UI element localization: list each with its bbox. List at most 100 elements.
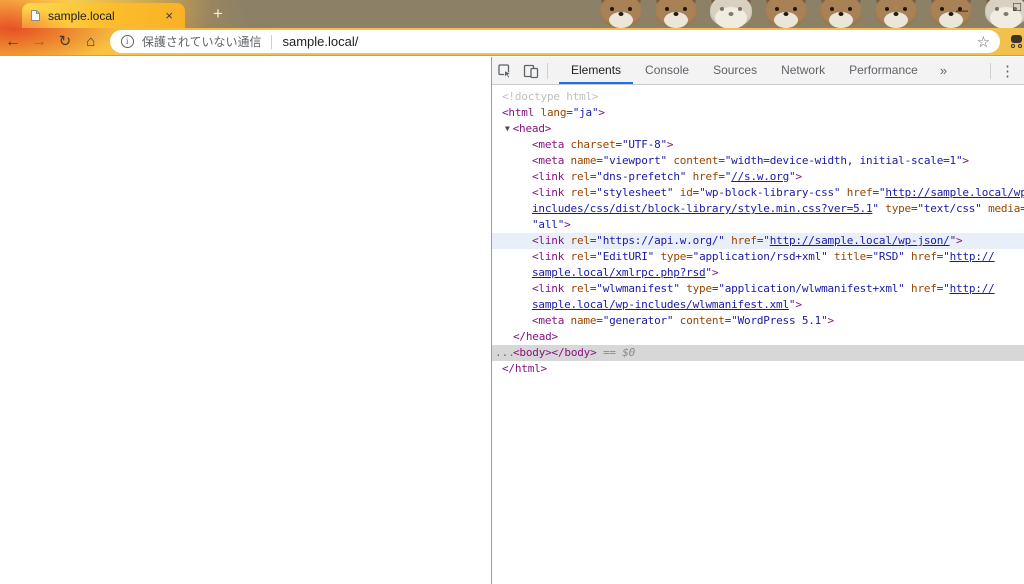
expand-ellipsis-icon[interactable]: ... (495, 345, 515, 361)
forward-button[interactable]: → (26, 29, 52, 55)
theme-dog-face (708, 0, 754, 28)
devtools-tab-network[interactable]: Network (769, 57, 837, 84)
bookmark-star-icon[interactable]: ☆ (977, 33, 990, 51)
code-token: > (712, 266, 718, 279)
code-token: > (598, 106, 604, 119)
code-token: type (680, 282, 712, 295)
code-token: > (564, 218, 570, 231)
code-token: http://sample.local/wp-json/ (770, 234, 950, 247)
code-token: </head> (513, 330, 558, 343)
code-token: rel (564, 186, 590, 199)
code-token: <head> (513, 122, 552, 135)
code-token: "RSD" (873, 250, 905, 263)
device-toolbar-icon[interactable] (518, 58, 544, 84)
code-token: > (962, 154, 968, 167)
code-token: http://sample.local/wp- (885, 186, 1024, 199)
content-area: ElementsConsoleSourcesNetworkPerformance… (0, 57, 1024, 584)
code-line[interactable]: <!doctype html> (492, 89, 1024, 105)
code-line[interactable]: ...<body></body> == $0 (492, 345, 1024, 361)
devtools-tab-performance[interactable]: Performance (837, 57, 930, 84)
code-token: <meta (532, 138, 564, 151)
tab-title: sample.local (48, 9, 161, 23)
code-token: rel (564, 234, 590, 247)
address-bar[interactable]: i 保護されていない通信 sample.local/ ☆ (110, 30, 1000, 53)
extension-icon[interactable] (1009, 34, 1024, 49)
code-token: sample.local/xmlrpc.php?rsd (532, 266, 705, 279)
maximize-button[interactable]: □ (1008, 0, 1024, 17)
devtools-tab-console[interactable]: Console (633, 57, 701, 84)
url-divider (271, 35, 272, 49)
code-token: <meta (532, 314, 564, 327)
code-token: "viewport" (603, 154, 667, 167)
code-token: "WordPress 5.1" (731, 314, 827, 327)
theme-dog-face (873, 0, 919, 28)
browser-toolbar: ← → ↻ ⌂ i 保護されていない通信 sample.local/ ☆ (0, 28, 1024, 56)
code-token: includes/css/dist/block-library/style.mi… (532, 202, 872, 215)
code-token: //s.w.org (731, 170, 789, 183)
code-line[interactable]: "all"> (492, 217, 1024, 233)
collapse-arrow-icon[interactable]: ▼ (505, 124, 510, 133)
inspect-element-icon[interactable] (492, 58, 518, 84)
code-token: rel (564, 250, 590, 263)
code-line[interactable]: includes/css/dist/block-library/style.mi… (492, 201, 1024, 217)
code-token: sample.local/wp-includes/wlwmanifest.xml (532, 298, 789, 311)
devtools-menu-icon[interactable]: ⋮ (991, 62, 1024, 80)
code-line[interactable]: <link rel="stylesheet" id="wp-block-libr… (492, 185, 1024, 201)
more-tabs-icon[interactable]: » (930, 63, 957, 78)
devtools-toolbar: ElementsConsoleSourcesNetworkPerformance… (492, 57, 1024, 85)
code-token: type (654, 250, 686, 263)
code-token: href (725, 234, 757, 247)
theme-dog-face (598, 0, 644, 28)
code-token: <link (532, 282, 564, 295)
code-token: "application/wlwmanifest+xml" (718, 282, 904, 295)
devtools-panel: ElementsConsoleSourcesNetworkPerformance… (492, 57, 1024, 584)
code-token: "application/rsd+xml" (693, 250, 828, 263)
code-line[interactable]: <link rel="https://api.w.org/" href="htt… (492, 233, 1024, 249)
code-line[interactable]: <meta charset="UTF-8"> (492, 137, 1024, 153)
code-token: "EditURI" (596, 250, 654, 263)
code-line[interactable]: </head> (492, 329, 1024, 345)
url-text[interactable]: sample.local/ (282, 34, 358, 49)
code-token: <link (532, 234, 564, 247)
code-line[interactable]: <link rel="dns-prefetch" href="//s.w.org… (492, 169, 1024, 185)
code-token: "UTF-8" (622, 138, 667, 151)
code-token: "ja" (573, 106, 599, 119)
theme-dog-face (763, 0, 809, 28)
code-token: <body> (513, 346, 552, 359)
page-favicon-icon (30, 9, 41, 22)
code-line[interactable]: sample.local/wp-includes/wlwmanifest.xml… (492, 297, 1024, 313)
code-line[interactable]: ▼<head> (492, 121, 1024, 137)
code-line[interactable]: <link rel="EditURI" type="application/rs… (492, 249, 1024, 265)
code-token: = (1020, 202, 1024, 215)
code-token: > (828, 314, 834, 327)
code-token: "text/css" (917, 202, 981, 215)
code-line[interactable]: <html lang="ja"> (492, 105, 1024, 121)
code-token: rel (564, 282, 590, 295)
code-line[interactable]: sample.local/xmlrpc.php?rsd"> (492, 265, 1024, 281)
devtools-code: <!doctype html><html lang="ja">▼<head><m… (492, 85, 1024, 584)
code-token: id (673, 186, 692, 199)
code-token: "https://api.w.org/" (596, 234, 724, 247)
devtools-tab-elements[interactable]: Elements (559, 57, 633, 84)
browser-tab[interactable]: sample.local × (22, 3, 185, 28)
info-icon[interactable]: i (121, 35, 134, 48)
code-line[interactable]: </html> (492, 361, 1024, 377)
minimize-button[interactable]: — (953, 0, 971, 20)
reload-button[interactable]: ↻ (52, 29, 78, 55)
code-line[interactable]: <link rel="wlwmanifest" type="applicatio… (492, 281, 1024, 297)
code-line[interactable]: <meta name="generator" content="WordPres… (492, 313, 1024, 329)
devtools-tab-sources[interactable]: Sources (701, 57, 769, 84)
code-token: == $0 (597, 346, 636, 359)
new-tab-button[interactable]: + (203, 4, 233, 25)
tab-close-icon[interactable]: × (161, 8, 177, 23)
security-status-text[interactable]: 保護されていない通信 (142, 33, 262, 50)
back-button[interactable]: ← (0, 29, 26, 55)
code-token: type (879, 202, 911, 215)
code-line[interactable]: <meta name="viewport" content="width=dev… (492, 153, 1024, 169)
code-token: <html (502, 106, 534, 119)
home-button[interactable]: ⌂ (78, 29, 104, 55)
code-token: media (982, 202, 1021, 215)
code-token: <link (532, 250, 564, 263)
code-token: > (795, 170, 801, 183)
code-token: <link (532, 186, 564, 199)
